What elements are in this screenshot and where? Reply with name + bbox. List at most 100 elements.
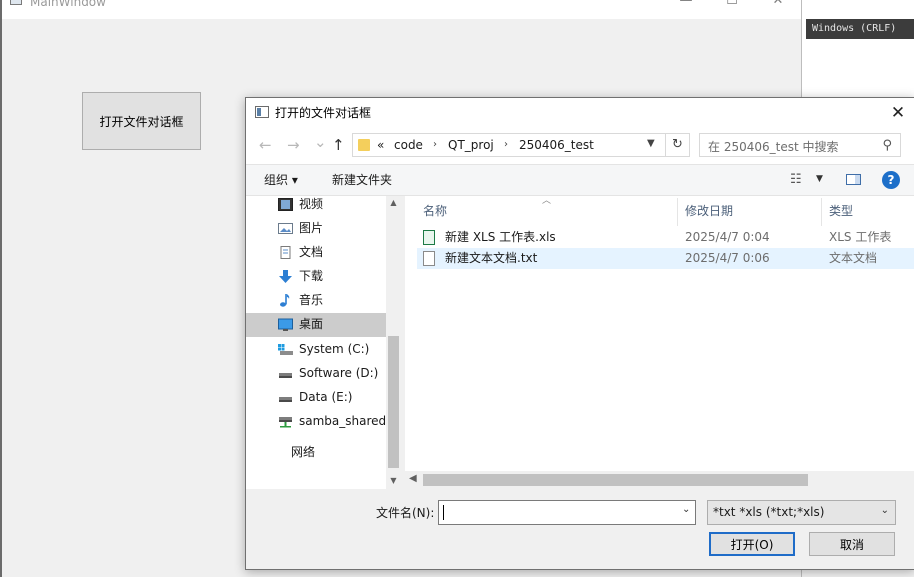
column-header-name[interactable]: 名称 [423,204,447,218]
chevron-down-icon[interactable]: ⌄ [881,505,889,516]
dialog-app-icon [255,106,269,118]
sidebar-item-label: Data (E:) [299,390,353,404]
sidebar-item-samba-shared[interactable]: samba_shared [246,410,386,434]
filename-input[interactable] [438,500,696,525]
music-icon [280,294,290,307]
file-modified: 2025/4/7 0:04 [685,230,770,244]
cancel-button[interactable]: 取消 [809,532,895,556]
file-row-selected[interactable]: 新建文本文档.txt 2025/4/7 0:06 文本文档 [417,248,914,269]
open-button[interactable]: 打开(O) [709,532,795,556]
search-icon[interactable]: ⚲ [882,138,892,153]
dialog-close-button[interactable]: ✕ [883,100,913,126]
main-close-button[interactable]: ✕ [755,0,801,10]
search-placeholder: 在 250406_test 中搜索 [708,140,839,154]
file-type: XLS 工作表 [829,230,892,244]
navigation-bar: ← → ⌄ ↑ « code › QT_proj › 250406_test ▼… [246,128,914,164]
app-window-icon [10,0,22,5]
column-divider[interactable] [677,198,678,226]
scroll-up-icon[interactable]: ▲ [386,198,401,207]
open-file-dialog-button[interactable]: 打开文件对话框 [82,92,201,150]
search-input[interactable]: 在 250406_test 中搜索 ⚲ [699,133,901,157]
sort-ascending-icon: ︿ [542,196,552,206]
scroll-left-icon[interactable]: ◀ [409,473,417,484]
file-name: 新建文本文档.txt [445,251,538,265]
sidebar-item-label: 音乐 [299,293,324,307]
file-open-dialog: 打开的文件对话框 ✕ ← → ⌄ ↑ « code › QT_proj › 25… [245,97,914,570]
help-icon[interactable]: ? [882,171,900,189]
window-left-edge [0,0,2,577]
drive-icon [279,373,292,378]
sidebar-item-label: 网络 [291,445,316,459]
sidebar-item-label: 图片 [299,221,324,235]
up-folder-icon[interactable]: ↑ [332,137,345,153]
file-type-filter-select[interactable]: *txt *xls (*txt;*xls) ⌄ [707,500,896,525]
system-drive-icon [278,344,293,355]
scroll-down-icon[interactable]: ▼ [386,476,401,485]
breadcrumb-250406-test[interactable]: 250406_test [519,138,594,152]
sidebar-item-videos[interactable]: 视频 [246,193,386,217]
video-icon [278,198,293,211]
sidebar-item-documents[interactable]: 文档 [246,241,386,265]
sidebar-item-label: Software (D:) [299,366,379,380]
breadcrumb-code[interactable]: code [394,138,423,152]
sidebar-item-music[interactable]: 音乐 [246,289,386,313]
main-titlebar: MainWindow — ☐ ✕ [0,0,801,19]
sidebar-item-label: 下载 [299,269,324,283]
new-folder-button[interactable]: 新建文件夹 [332,173,392,187]
address-dropdown-icon[interactable]: ▼ [647,138,655,149]
file-list: ︿ 名称 修改日期 类型 新建 XLS 工作表.xls 2025/4/7 0:0… [405,196,914,489]
folder-icon [358,139,370,151]
sidebar-item-label: samba_shared [299,414,387,428]
sidebar-item-software-d[interactable]: Software (D:) [246,362,386,386]
txt-file-icon [423,251,435,266]
minimize-button[interactable]: — [663,0,709,10]
breadcrumb-qt-proj[interactable]: QT_proj [448,138,494,152]
sidebar-item-data-e[interactable]: Data (E:) [246,386,386,410]
pictures-icon [278,223,293,234]
file-modified: 2025/4/7 0:06 [685,251,770,265]
dialog-toolbar: 组织 ▾ 新建文件夹 ☷ ▼ ? [246,164,914,196]
view-dropdown-chevron-icon[interactable]: ▼ [816,174,823,184]
column-header-type[interactable]: 类型 [829,204,853,218]
download-icon [279,270,292,283]
filename-history-chevron-icon[interactable]: ⌄ [682,504,690,515]
organize-button[interactable]: 组织 ▾ [264,173,298,187]
documents-icon [280,246,291,259]
sidebar-item-label: 文档 [299,245,324,259]
sidebar-item-system-c[interactable]: System (C:) [246,338,386,362]
sidebar-item-desktop[interactable]: 桌面 [246,313,386,337]
filename-label: 文件名(N): [376,506,435,520]
file-type: 文本文档 [829,251,878,265]
scrollbar-thumb[interactable] [423,474,808,486]
navigation-scrollbar[interactable]: ▲ ▼ [386,196,401,489]
file-type-filter-value: *txt *xls (*txt;*xls) [713,505,825,519]
breadcrumb-separator-icon[interactable]: › [433,138,437,152]
column-divider[interactable] [821,198,822,226]
sidebar-item-network[interactable]: 网络 [246,441,386,465]
sidebar-item-label: System (C:) [299,342,370,356]
drive-icon [279,397,292,402]
forward-arrow-icon[interactable]: → [287,137,300,153]
back-arrow-icon[interactable]: ← [259,137,272,153]
column-header-modified[interactable]: 修改日期 [685,204,733,218]
refresh-icon[interactable]: ↻ [666,133,690,157]
network-drive-icon [279,417,292,428]
preview-pane-icon[interactable] [846,174,861,185]
navigation-pane: 视频 图片 文档 下载 音乐 桌面 System (C:) Software (… [246,196,401,489]
breadcrumb-overflow[interactable]: « [377,138,384,152]
view-options-icon[interactable]: ☷ [790,173,802,187]
address-bar[interactable]: « code › QT_proj › 250406_test ▼ [352,133,666,157]
horizontal-scrollbar[interactable]: ◀ [405,471,914,489]
sidebar-item-label: 视频 [299,197,324,211]
recent-locations-chevron-icon[interactable]: ⌄ [314,134,327,150]
main-window-title: MainWindow [30,0,106,9]
dialog-titlebar: 打开的文件对话框 ✕ [246,98,914,128]
breadcrumb-separator-icon[interactable]: › [504,138,508,152]
sidebar-item-pictures[interactable]: 图片 [246,217,386,241]
scrollbar-thumb[interactable] [388,336,399,468]
maximize-button[interactable]: ☐ [709,0,755,10]
file-row[interactable]: 新建 XLS 工作表.xls 2025/4/7 0:04 XLS 工作表 [417,227,914,248]
xls-file-icon [423,230,435,245]
desktop-icon [278,318,293,331]
sidebar-item-downloads[interactable]: 下载 [246,265,386,289]
